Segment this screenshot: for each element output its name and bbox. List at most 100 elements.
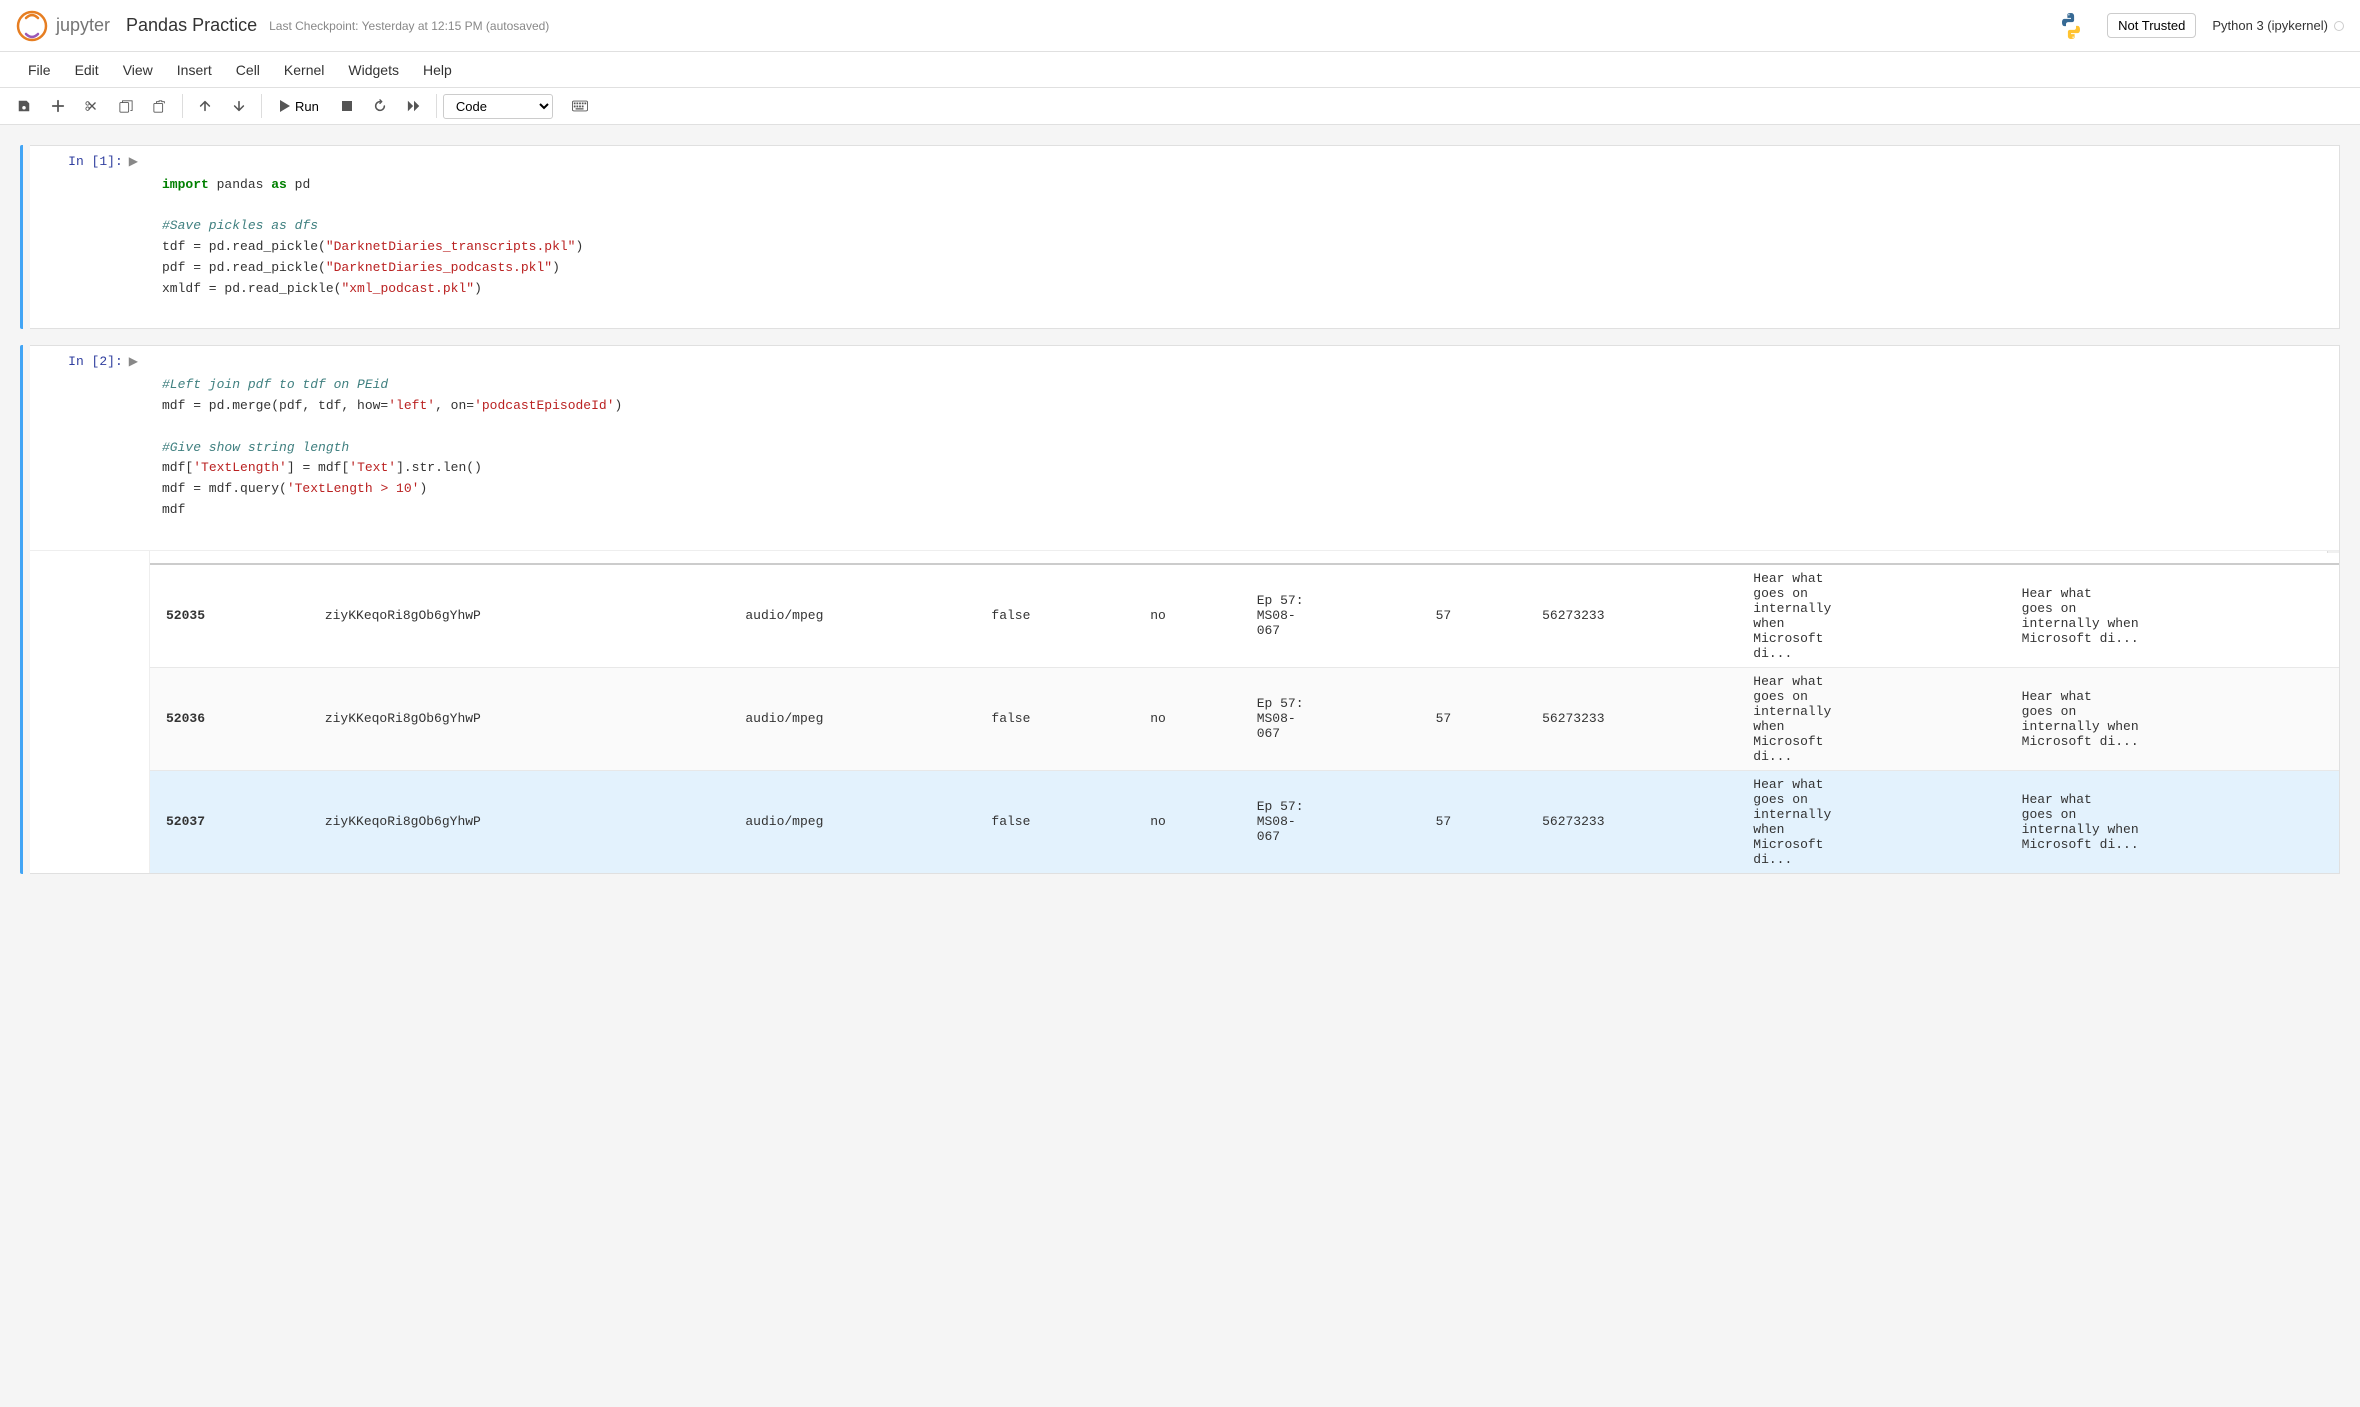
plain-text: ] = mdf[ [287,460,349,475]
row-52036-col4: no [1134,667,1240,770]
output-scrollbar[interactable] [2327,551,2339,553]
plain-text: pandas [209,177,271,192]
cut-button[interactable] [76,92,108,120]
plain-text: , on= [435,398,474,413]
plain-text: mdf = pd.merge(pdf, tdf, how= [162,398,388,413]
plain-text: pd [287,177,310,192]
cell-2-expand-icon[interactable]: ▶ [129,354,138,369]
menu-view[interactable]: View [111,58,165,82]
restart-icon [373,99,387,113]
stop-button[interactable] [332,92,362,120]
col-8b-header [2006,551,2339,564]
output-table-scroll[interactable]: 52035 ziyKKeqoRi8gOb6gYhwP audio/mpeg fa… [150,551,2339,873]
string-text: 'Text' [349,460,396,475]
row-52036-col5: Ep 57:MS08-067 [1241,667,1420,770]
col-5-header [1241,551,1420,564]
comment-string-length: #Give show string length [162,440,349,455]
cell-2: In [2]: ▶ #Left join pdf to tdf on PEid … [20,345,2340,873]
kernel-indicator: Python 3 (ipykernel) [2212,18,2344,33]
copy-button[interactable] [110,92,142,120]
cell-1-code[interactable]: import pandas as pd #Save pickles as dfs… [150,146,2339,328]
fast-forward-icon [407,99,421,113]
menu-edit[interactable]: Edit [63,58,111,82]
stop-icon [341,100,353,112]
plain-text: tdf = pd.read_pickle( [162,239,326,254]
row-52035-col7: 56273233 [1526,564,1737,668]
plain-text: ) [474,281,482,296]
keyboard-shortcuts-button[interactable] [563,92,597,120]
row-52035-index: 52035 [150,564,309,668]
row-52035-col3: false [975,564,1134,668]
top-bar: jupyter Pandas Practice Last Checkpoint:… [0,0,2360,52]
comment-save-pickles: #Save pickles as dfs [162,218,318,233]
row-52035-col1: ziyKKeqoRi8gOb6gYhwP [309,564,730,668]
cell-2-prompt-label: In [2]: [68,354,123,369]
table-row-highlighted: 52037 ziyKKeqoRi8gOb6gYhwP audio/mpeg fa… [150,770,2339,873]
cell-1-prompt: In [1]: ▶ [30,146,150,177]
cell-2-code[interactable]: #Left join pdf to tdf on PEid mdf = pd.m… [150,346,2339,549]
cell-type-dropdown[interactable]: Code Markdown Raw NBConvert [443,94,553,119]
row-52037-col8a: Hear whatgoes oninternallywhenMicrosoftd… [1737,770,2005,873]
col-2-header [729,551,975,564]
cell-1-sidebar [20,145,30,329]
run-all-button[interactable] [398,92,430,120]
table-row: 52036 ziyKKeqoRi8gOb6gYhwP audio/mpeg fa… [150,667,2339,770]
not-trusted-button[interactable]: Not Trusted [2107,13,2196,38]
string-query: 'TextLength > 10' [287,481,420,496]
paste-button[interactable] [144,92,176,120]
row-52036-col1: ziyKKeqoRi8gOb6gYhwP [309,667,730,770]
row-52037-col6: 57 [1420,770,1526,873]
row-52037-col8b: Hear whatgoes oninternally whenMicrosoft… [2006,770,2339,873]
scissors-icon [85,99,99,113]
notebook-title[interactable]: Pandas Practice [126,15,257,36]
menu-cell[interactable]: Cell [224,58,272,82]
kernel-status-circle [2334,21,2344,31]
arrow-down-icon [232,99,246,113]
top-right-area: Not Trusted Python 3 (ipykernel) [2055,10,2344,42]
cell-2-output: 52035 ziyKKeqoRi8gOb6gYhwP audio/mpeg fa… [30,550,2339,873]
output-table: 52035 ziyKKeqoRi8gOb6gYhwP audio/mpeg fa… [150,551,2339,873]
toolbar-divider-3 [436,94,437,118]
row-52036-col3: false [975,667,1134,770]
row-52037-index: 52037 [150,770,309,873]
string-podcasts: "DarknetDiaries_podcasts.pkl" [326,260,552,275]
restart-button[interactable] [364,92,396,120]
keyword-import: import [162,177,209,192]
string-left: 'left' [388,398,435,413]
string-transcripts: "DarknetDiaries_transcripts.pkl" [326,239,576,254]
move-down-button[interactable] [223,92,255,120]
checkpoint-info: Last Checkpoint: Yesterday at 12:15 PM (… [269,19,549,33]
add-cell-button[interactable] [42,92,74,120]
row-52037-col4: no [1134,770,1240,873]
main-content: In [1]: ▶ import pandas as pd #Save pick… [0,125,2360,1407]
col-1-header [309,551,730,564]
row-52037-col7: 56273233 [1526,770,1737,873]
plain-text: ) [615,398,623,413]
cell-2-input: In [2]: ▶ #Left join pdf to tdf on PEid … [30,346,2339,549]
menu-file[interactable]: File [16,58,63,82]
move-up-button[interactable] [189,92,221,120]
run-button[interactable]: Run [268,94,330,119]
row-52035-col8a: Hear whatgoes oninternallywhenMicrosoftd… [1737,564,2005,668]
paste-icon [153,99,167,113]
save-button[interactable] [8,92,40,120]
string-xml: "xml_podcast.pkl" [341,281,474,296]
cell-2-prompt: In [2]: ▶ [30,346,150,377]
menu-kernel[interactable]: Kernel [272,58,336,82]
toolbar-divider-1 [182,94,183,118]
row-52035-col4: no [1134,564,1240,668]
cell-1: In [1]: ▶ import pandas as pd #Save pick… [20,145,2340,329]
cell-1-expand-icon[interactable]: ▶ [129,154,138,169]
arrow-up-icon [198,99,212,113]
menu-widgets[interactable]: Widgets [336,58,411,82]
menu-help[interactable]: Help [411,58,464,82]
row-52035-col5: Ep 57:MS08-067 [1241,564,1420,668]
cell-2-sidebar [20,345,30,873]
keyboard-icon [572,100,588,112]
menu-insert[interactable]: Insert [165,58,224,82]
plain-text: mdf[ [162,460,193,475]
python-logo-icon [2055,10,2087,42]
col-3-header [975,551,1134,564]
plus-icon [51,99,65,113]
jupyter-text: jupyter [56,15,110,36]
